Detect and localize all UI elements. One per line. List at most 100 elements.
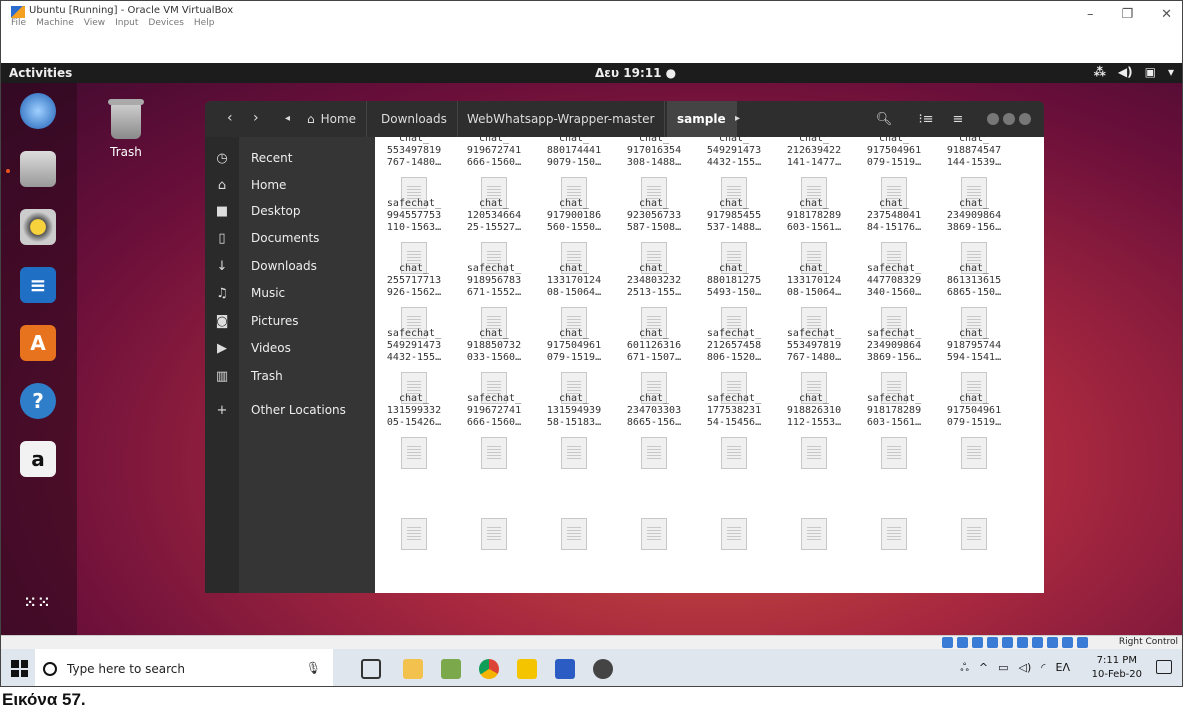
forward-button[interactable]: › xyxy=(253,110,259,126)
microphone-icon[interactable]: 🎙︎ xyxy=(306,661,321,675)
file-explorer-icon[interactable] xyxy=(403,659,423,679)
sticky-notes-icon[interactable] xyxy=(517,659,537,679)
vbox-window: Ubuntu [Running] - Oracle VM VirtualBox … xyxy=(0,0,1183,687)
file-item[interactable] xyxy=(775,518,853,550)
crumb-webwhatsapp[interactable]: WebWhatsapp-Wrapper-master xyxy=(457,101,666,137)
ubuntu-dock: ≡ A ? a ⁙⁙ xyxy=(1,83,77,635)
files-maximize-button[interactable] xyxy=(1003,113,1015,125)
crumb-sample[interactable]: sample xyxy=(667,101,737,137)
vbox-window-title: Ubuntu [Running] - Oracle VM VirtualBox xyxy=(29,5,234,16)
file-item[interactable] xyxy=(375,518,453,550)
sidebar-item-trash[interactable]: ▥ Trash xyxy=(205,363,375,389)
menu-input[interactable]: Input xyxy=(115,18,138,28)
file-name: chat_ 918826310 112-1553… xyxy=(786,393,842,428)
dock-thunderbird[interactable] xyxy=(15,91,61,131)
file-item[interactable]: safechat_ 177538231 54-15456… xyxy=(695,389,773,469)
dock-help[interactable]: ? xyxy=(15,381,61,421)
host-key-label: Right Control xyxy=(1118,637,1178,647)
crumb-home[interactable]: ⌂ Home xyxy=(297,101,368,137)
sidebar-item-music[interactable]: ♫ Music xyxy=(205,280,375,306)
file-view[interactable]: chat_ 553497819 767-1480… chat_ 919672741… xyxy=(375,137,1044,593)
file-item[interactable] xyxy=(935,518,1013,550)
sidebar-item-home[interactable]: ⌂ Home xyxy=(205,172,375,198)
document-icon: ▯ xyxy=(218,230,226,246)
menu-file[interactable]: File xyxy=(11,18,26,28)
path-left-arrow-icon[interactable]: ◂ xyxy=(285,113,290,124)
back-button[interactable]: ‹ xyxy=(227,110,233,126)
virtualbox-taskbar-icon[interactable] xyxy=(593,659,613,679)
file-item[interactable]: chat_ 917504961 079-1519… xyxy=(935,389,1013,469)
dock-files[interactable] xyxy=(15,149,61,189)
menu-machine[interactable]: Machine xyxy=(36,18,74,28)
start-button[interactable] xyxy=(11,660,28,677)
dock-amazon[interactable]: a xyxy=(15,439,61,479)
desktop-trash[interactable]: Trash xyxy=(106,99,146,159)
taskbar-search[interactable]: Type here to search 🎙︎ xyxy=(35,649,333,686)
search-button[interactable]: 🔍︎ xyxy=(871,108,897,130)
menu-help[interactable]: Help xyxy=(194,18,215,28)
dock-software[interactable]: A xyxy=(15,323,61,363)
file-item[interactable]: safechat_ 918178289 603-1561… xyxy=(855,389,933,469)
close-button[interactable]: ✕ xyxy=(1161,7,1172,22)
figure-caption: Εικόνα 57. xyxy=(2,690,86,709)
text-file-icon xyxy=(481,518,507,550)
file-item[interactable] xyxy=(695,518,773,550)
sidebar-item-documents[interactable]: ▯ Documents xyxy=(205,225,375,251)
maximize-button[interactable]: ❐ xyxy=(1121,7,1133,22)
gnome-system-tray[interactable]: ⁂ ◀) ▣ ▾ xyxy=(1094,65,1174,79)
notepad-app-icon[interactable] xyxy=(441,659,461,679)
file-item[interactable]: safechat_ 919672741 666-1560… xyxy=(455,389,533,469)
recording-icon xyxy=(1047,637,1058,648)
sidebar-item-downloads[interactable]: ↓ Downloads xyxy=(205,253,375,279)
file-item[interactable] xyxy=(455,518,533,550)
action-center-icon[interactable] xyxy=(1156,660,1172,674)
menu-view[interactable]: View xyxy=(84,18,105,28)
file-item[interactable] xyxy=(615,518,693,550)
cortana-icon xyxy=(43,661,57,676)
menu-button[interactable]: ≡ xyxy=(945,108,971,130)
rhythmbox-icon xyxy=(20,209,56,245)
sidebar-item-label: Recent xyxy=(251,151,293,165)
word-icon[interactable] xyxy=(555,659,575,679)
path-right-arrow-icon[interactable]: ▸ xyxy=(735,113,740,124)
language-indicator[interactable]: ΕΛ xyxy=(1056,661,1070,676)
file-name: chat_ 120534664 25-15527… xyxy=(466,198,522,233)
activities-button[interactable]: Activities xyxy=(9,66,72,80)
desktop-trash-label: Trash xyxy=(110,145,142,159)
file-name: safechat_ 177538231 54-15456… xyxy=(706,393,762,428)
view-toggle-button[interactable]: ⁝≡ xyxy=(913,108,939,130)
crumb-home-label: Home xyxy=(320,112,357,126)
gnome-clock[interactable]: Δευ 19:11 ● xyxy=(595,66,676,80)
chrome-icon[interactable] xyxy=(479,659,499,679)
files-minimize-button[interactable] xyxy=(987,113,999,125)
file-name: chat_ 918850732 033-1560… xyxy=(466,328,522,363)
search-icon: 🔍︎ xyxy=(875,111,893,127)
minimize-button[interactable]: – xyxy=(1087,7,1094,22)
file-item[interactable]: chat_ 131599332 05-15426… xyxy=(375,389,453,469)
sidebar-item-videos[interactable]: ▶ Videos xyxy=(205,335,375,361)
sidebar-item-desktop[interactable]: ■ Desktop xyxy=(205,198,375,224)
menu-devices[interactable]: Devices xyxy=(148,18,183,28)
file-item[interactable]: chat_ 918826310 112-1553… xyxy=(775,389,853,469)
sidebar-item-label: Pictures xyxy=(251,314,299,328)
thunderbird-icon xyxy=(20,93,56,129)
dock-writer[interactable]: ≡ xyxy=(15,265,61,305)
file-item[interactable]: chat_ 234703303 8665-156… xyxy=(615,389,693,469)
crumb-downloads[interactable]: Downloads xyxy=(371,101,458,137)
show-applications-button[interactable]: ⁙⁙ xyxy=(15,583,61,623)
files-close-button[interactable] xyxy=(1019,113,1031,125)
dock-rhythmbox[interactable] xyxy=(15,207,61,247)
taskbar-clock[interactable]: 7:11 PM 10-Feb-20 xyxy=(1092,654,1142,682)
file-item[interactable]: chat_ 131594939 58-15183… xyxy=(535,389,613,469)
file-name: chat_ 918795744 594-1541… xyxy=(946,328,1002,363)
windows-tray[interactable]: ஃ ^ ▭ ◁) ◜ ΕΛ xyxy=(960,661,1070,676)
sidebar-item-other-locations[interactable]: + Other Locations xyxy=(205,397,375,423)
vbox-device-icons[interactable] xyxy=(942,637,1088,648)
task-view-icon[interactable] xyxy=(361,659,381,679)
file-item[interactable] xyxy=(855,518,933,550)
sidebar-item-recent[interactable]: ◷ Recent xyxy=(205,145,375,171)
file-name: chat_ 601126316 671-1507… xyxy=(626,328,682,363)
file-item[interactable] xyxy=(535,518,613,550)
sidebar-item-pictures[interactable]: ◙ Pictures xyxy=(205,308,375,334)
home-icon: ⌂ xyxy=(307,112,315,126)
